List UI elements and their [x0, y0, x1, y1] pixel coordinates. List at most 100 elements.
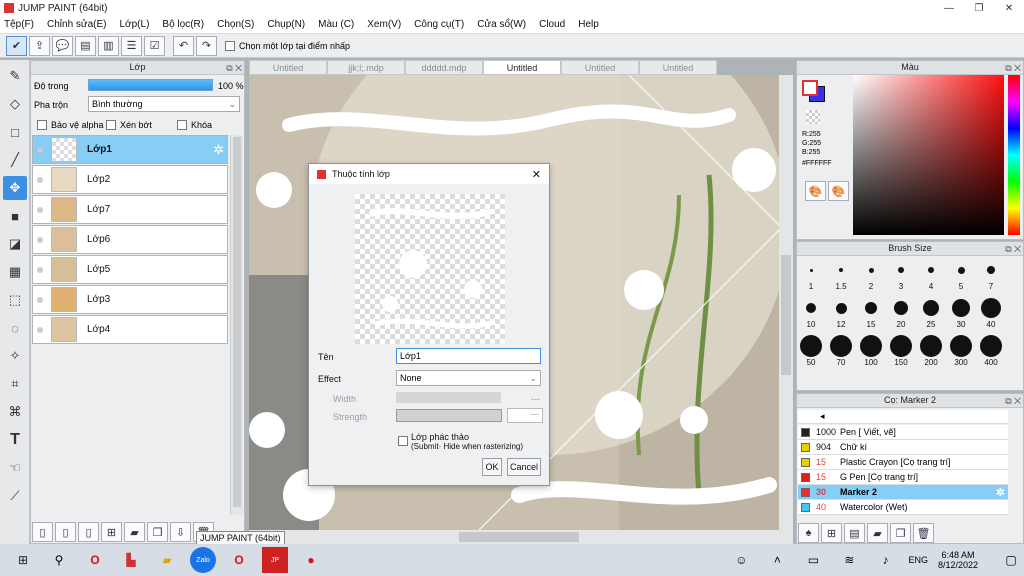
menu-help[interactable]: Help: [578, 19, 599, 30]
minimize-button[interactable]: —: [934, 0, 964, 16]
brush-size-cell[interactable]: 150: [886, 334, 916, 367]
brush-size-cell[interactable]: 400: [976, 334, 1006, 367]
layer-row[interactable]: Lớp7: [32, 195, 228, 224]
comment-icon[interactable]: 💬: [52, 35, 73, 56]
opacity-slider[interactable]: [88, 79, 213, 91]
doc-tab[interactable]: Untitled: [249, 60, 327, 75]
zalo-icon[interactable]: Zalo: [190, 547, 216, 573]
gear-icon[interactable]: ✲: [213, 142, 224, 158]
layer-row[interactable]: Lớp4: [32, 315, 228, 344]
panel-close-icon[interactable]: ⧉ ✕: [226, 62, 242, 75]
fill-rect-tool-icon[interactable]: ■: [3, 204, 27, 228]
effect-select[interactable]: None ⌄: [396, 370, 541, 386]
menu-layer[interactable]: Lớp(L): [120, 19, 150, 30]
language-indicator[interactable]: ENG: [908, 555, 928, 565]
redo-icon[interactable]: ↷: [196, 35, 217, 56]
menu-select[interactable]: Chọn(S): [217, 19, 254, 30]
select-rect-icon[interactable]: ⬚: [3, 288, 27, 312]
rect-tool-icon[interactable]: □: [3, 120, 27, 144]
record-icon[interactable]: ●: [298, 547, 324, 573]
brush-size-cell[interactable]: 7: [976, 258, 1006, 291]
search-icon[interactable]: ⚲: [46, 547, 72, 573]
select-eraser-icon[interactable]: ⌘: [3, 400, 27, 424]
gradient-tool-icon[interactable]: ▦: [3, 260, 27, 284]
gear-icon[interactable]: ✲: [996, 486, 1005, 499]
close-button[interactable]: ✕: [994, 0, 1024, 16]
visibility-icon[interactable]: [37, 176, 43, 183]
menu-color[interactable]: Màu (C): [318, 19, 354, 30]
battery-icon[interactable]: ▭: [800, 547, 826, 573]
menu-tools[interactable]: Công cụ(T): [414, 19, 464, 30]
brush-size-cell[interactable]: 2: [856, 258, 886, 291]
palette-edit-icon[interactable]: 🎨: [828, 181, 849, 201]
layer-row[interactable]: Lớp6: [32, 225, 228, 254]
eraser-tool-icon[interactable]: ◇: [3, 92, 27, 116]
delete-brush-icon[interactable]: 🗑: [913, 523, 934, 543]
undo-icon[interactable]: ↶: [173, 35, 194, 56]
canvas-vscrollbar[interactable]: [779, 75, 793, 530]
folder-icon[interactable]: ▰: [867, 523, 888, 543]
brush-size-cell[interactable]: 200: [916, 334, 946, 367]
file-explorer-icon[interactable]: ▰: [154, 547, 180, 573]
doc-tab[interactable]: ddddd.mdp: [405, 60, 483, 75]
select-layer-checkbox[interactable]: [225, 40, 235, 51]
visibility-icon[interactable]: [37, 326, 43, 333]
menu-window[interactable]: Cửa sổ(W): [477, 19, 526, 30]
doc-tab[interactable]: Untitled: [639, 60, 717, 75]
brush-size-cell[interactable]: 20: [886, 296, 916, 329]
color-picker-square[interactable]: [853, 75, 1004, 235]
checklist-icon[interactable]: ☑: [144, 35, 165, 56]
brush-list-item[interactable]: 1000 Pen [ Viết, vẽ]: [798, 425, 1008, 440]
brush-tool-icon[interactable]: ✎: [3, 64, 27, 88]
export-icon[interactable]: ⇪: [29, 35, 50, 56]
clip-checkbox[interactable]: [106, 120, 116, 130]
brush-settings-icon[interactable]: ▤: [844, 523, 865, 543]
message-icon[interactable]: ▤: [75, 35, 96, 56]
hand-tool-icon[interactable]: ☜: [3, 456, 27, 480]
visibility-icon[interactable]: [37, 296, 43, 303]
people-icon[interactable]: ☺: [728, 547, 754, 573]
panel-close-icon[interactable]: ⧉ ✕: [1005, 62, 1021, 75]
tray-chevron-icon[interactable]: ˄: [764, 547, 790, 573]
width-slider[interactable]: [396, 392, 501, 403]
protect-alpha-checkbox[interactable]: [37, 120, 47, 130]
ok-button[interactable]: OK: [482, 458, 502, 476]
brush-size-cell[interactable]: 50: [796, 334, 826, 367]
document-icon[interactable]: ▥: [98, 35, 119, 56]
brush-icon[interactable]: ♠: [798, 523, 819, 543]
add-layer-icon[interactable]: ⊞: [101, 522, 122, 542]
primary-color-swatch[interactable]: [802, 80, 818, 96]
magic-wand-icon[interactable]: ✧: [3, 344, 27, 368]
brush-size-cell[interactable]: 12: [826, 296, 856, 329]
layer-row[interactable]: Lớp5: [32, 255, 228, 284]
wifi-icon[interactable]: ≋: [836, 547, 862, 573]
clock[interactable]: 6:48 AM 8/12/2022: [938, 550, 978, 570]
menu-file[interactable]: Tệp(F): [4, 19, 34, 30]
close-icon[interactable]: ✕: [532, 168, 541, 181]
strength-field[interactable]: ---: [507, 408, 543, 423]
panel-close-icon[interactable]: ⧉ ✕: [1005, 395, 1021, 408]
duplicate-icon[interactable]: ❐: [147, 522, 168, 542]
strength-slider[interactable]: [396, 409, 502, 422]
menu-edit[interactable]: Chỉnh sửa(E): [47, 19, 107, 30]
palette-icon[interactable]: 🎨: [805, 181, 826, 201]
visibility-icon[interactable]: [37, 206, 43, 213]
select-pen-icon[interactable]: ⌗: [3, 372, 27, 396]
brush-size-cell[interactable]: 4: [916, 258, 946, 291]
line-tool-icon[interactable]: ╱: [3, 148, 27, 172]
new-layer-icon[interactable]: ▯: [32, 522, 53, 542]
menu-view[interactable]: Xem(V): [367, 19, 401, 30]
list-icon[interactable]: ☰: [121, 35, 142, 56]
brush-list-item[interactable]: 30 Marker 2 ✲: [798, 485, 1008, 500]
check-icon[interactable]: ✔: [6, 35, 27, 56]
maximize-button[interactable]: ❐: [964, 0, 994, 16]
brush-size-cell[interactable]: 5: [946, 258, 976, 291]
transparent-swatch[interactable]: [806, 110, 820, 124]
menu-capture[interactable]: Chụp(N): [267, 19, 305, 30]
volume-icon[interactable]: ♪: [872, 547, 898, 573]
draft-layer-checkbox[interactable]: [398, 436, 408, 446]
brush-list-item[interactable]: 15 Plastic Crayon [Cọ trang trí]: [798, 455, 1008, 470]
visibility-icon[interactable]: [37, 266, 43, 273]
lock-checkbox[interactable]: [177, 120, 187, 130]
scroll-thumb[interactable]: [233, 137, 241, 507]
